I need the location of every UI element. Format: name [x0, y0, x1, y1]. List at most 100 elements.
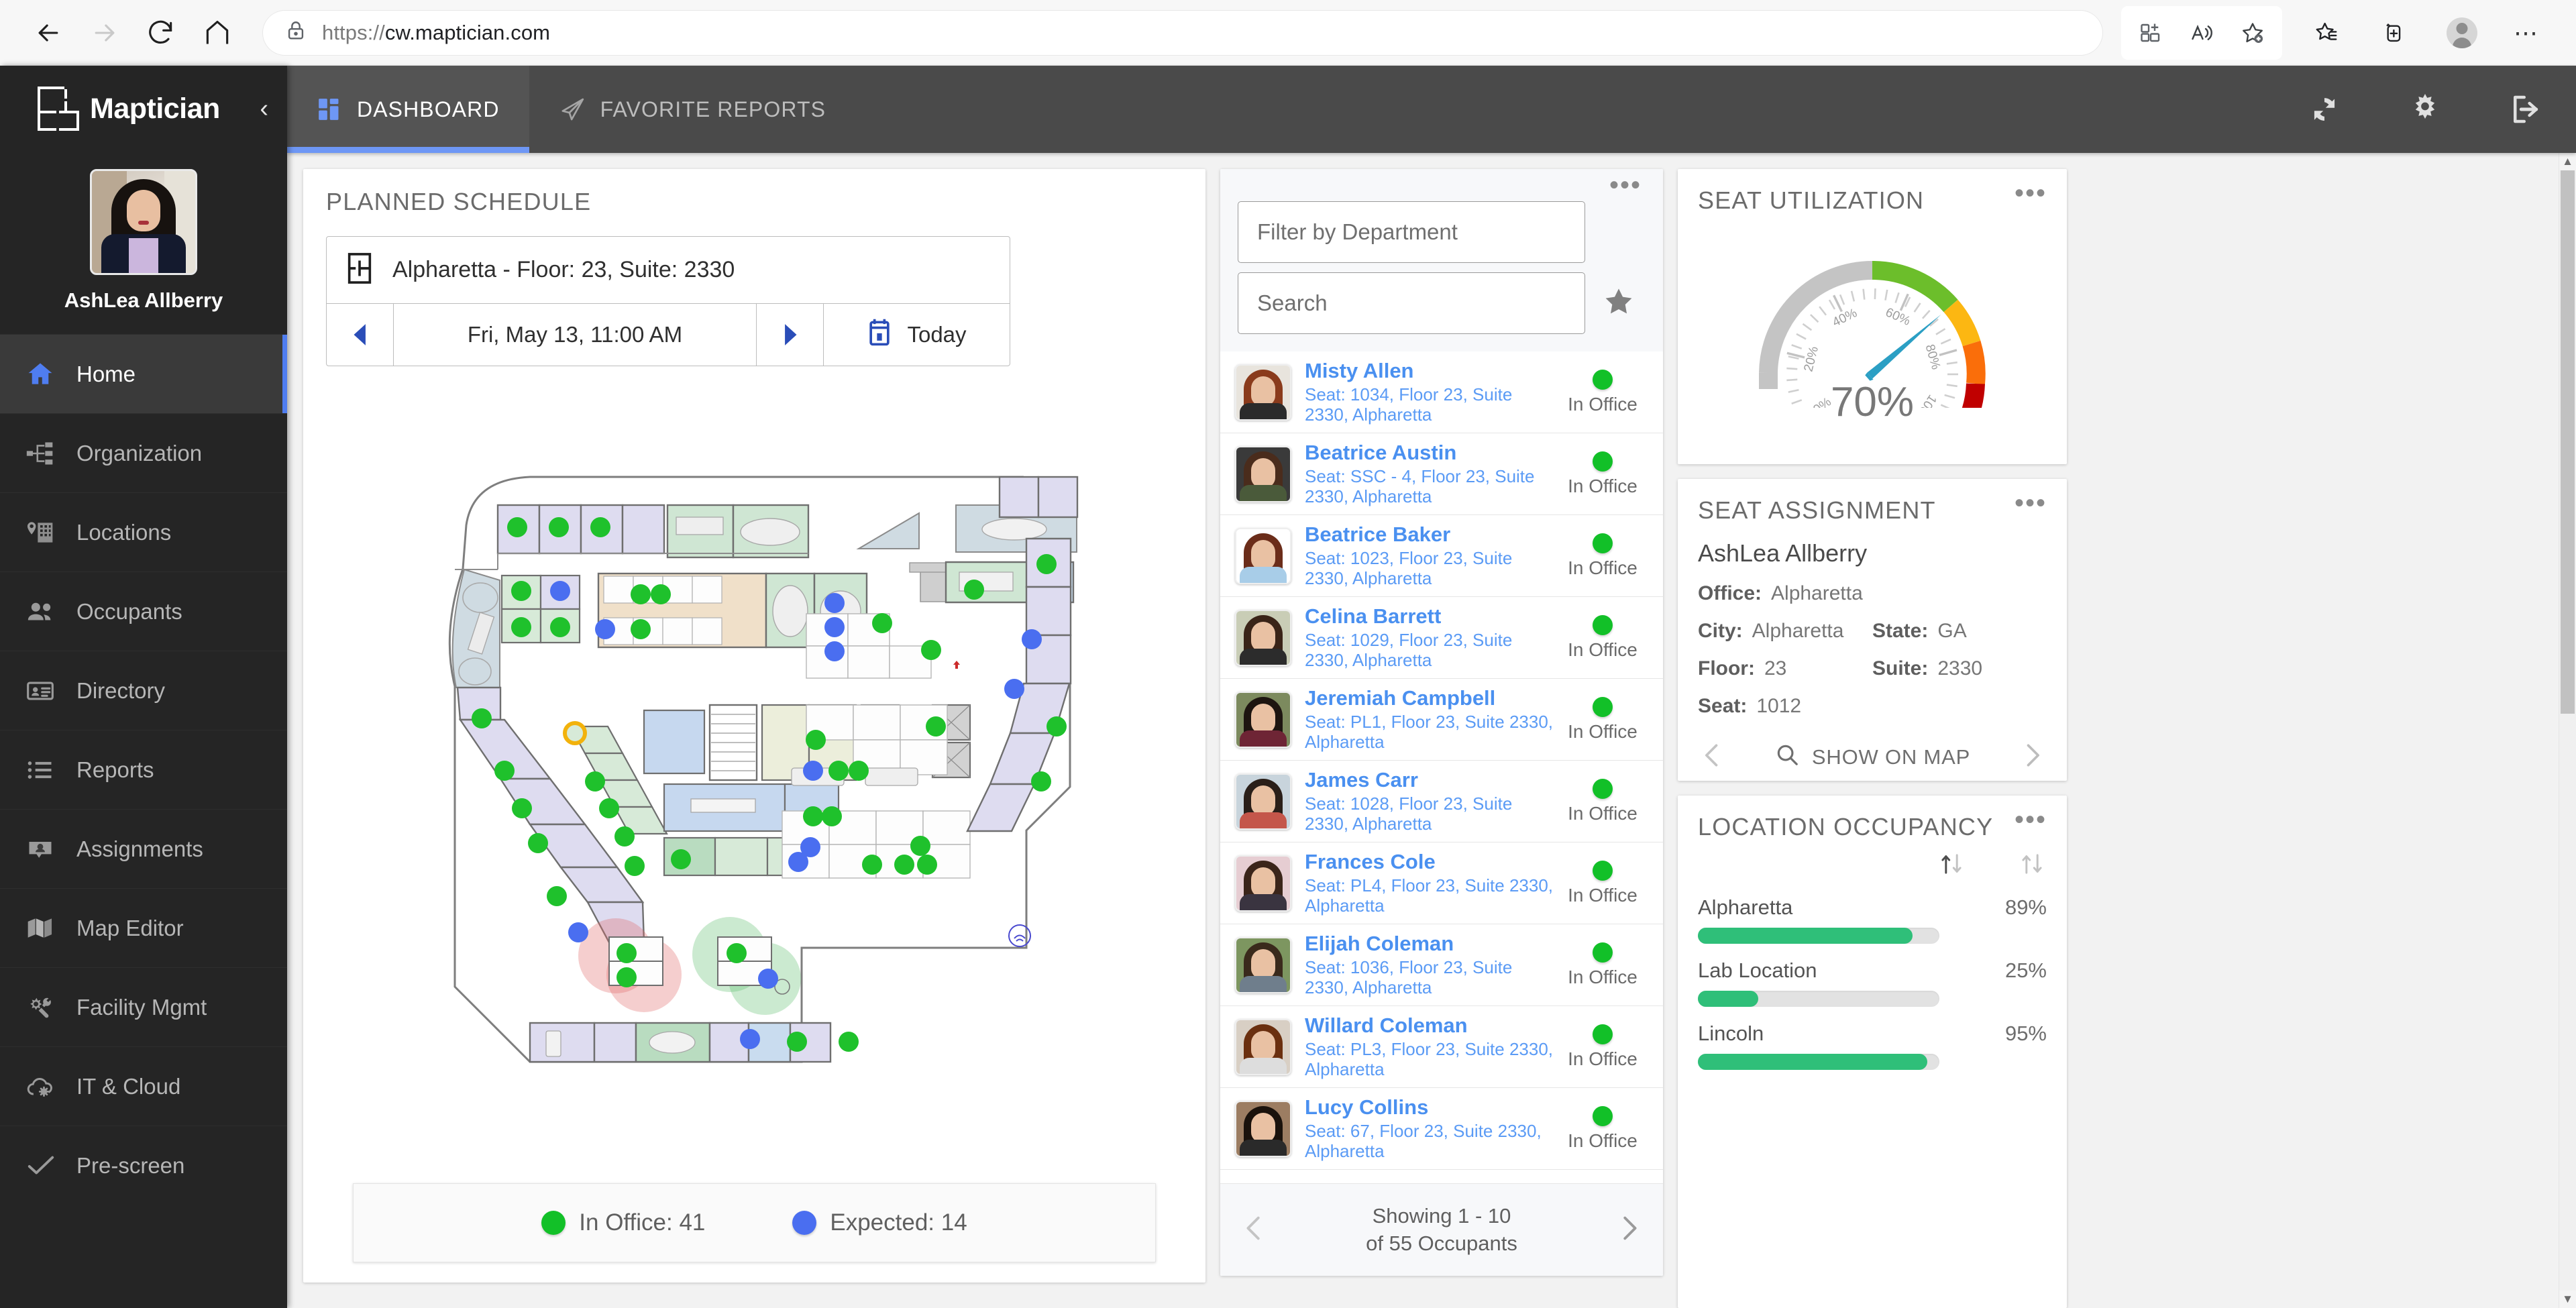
occupant-name[interactable]: Frances Cole [1305, 850, 1556, 874]
refresh-icon[interactable] [2274, 66, 2375, 153]
read-aloud-icon[interactable] [2176, 9, 2227, 57]
address-bar[interactable]: https://cw.maptician.com [263, 10, 2102, 55]
more-options-icon[interactable]: ⋯ [2501, 9, 2552, 57]
sidebar-item-it-cloud[interactable]: IT & Cloud [0, 1046, 287, 1126]
sidebar-item-pre-screen[interactable]: Pre-screen [0, 1126, 287, 1205]
page-scrollbar[interactable]: ▲ ▼ [2559, 153, 2576, 1308]
list-item[interactable]: Beatrice Austin Seat: SSC - 4, Floor 23, … [1220, 433, 1663, 515]
tab-label: DASHBOARD [357, 97, 500, 121]
scrollbar-thumb[interactable] [2561, 170, 2575, 714]
floorplan-map[interactable] [329, 438, 1181, 1115]
occupant-name[interactable]: Beatrice Austin [1305, 441, 1556, 465]
list-item[interactable]: Beatrice Baker Seat: 1023, Floor 23, Suit… [1220, 515, 1663, 597]
sidebar-item-directory[interactable]: Directory [0, 651, 287, 730]
location-name: Alpharetta [1698, 895, 1793, 919]
seat-utilization-panel: SEAT UTILIZATION ••• 0% 20% 40% 60% 80% … [1678, 169, 2067, 464]
status-dot-icon [1593, 451, 1613, 472]
home-button[interactable] [189, 5, 246, 61]
department-filter-input[interactable]: Filter by Department [1238, 201, 1585, 263]
occupant-seat: Seat: 1036, Floor 23, Suite 2330, Alphar… [1305, 957, 1513, 997]
occupant-name[interactable]: Elijah Coleman [1305, 932, 1556, 956]
location-occupancy-menu-button[interactable]: ••• [2015, 806, 2047, 833]
tab-favorite-reports[interactable]: FAVORITE REPORTS [529, 66, 855, 153]
next-day-button[interactable] [756, 304, 823, 366]
svg-text:40%: 40% [1830, 306, 1859, 330]
location-occupancy-panel: LOCATION OCCUPANCY ••• Alpharetta 89% La… [1678, 796, 2067, 1308]
occupant-panel-menu-button[interactable]: ••• [1609, 172, 1642, 199]
list-item[interactable]: Frances Cole Seat: PL4, Floor 23, Suite 2… [1220, 842, 1663, 924]
occupant-name[interactable]: James Carr [1305, 768, 1556, 792]
browser-actions: ⋯ [2121, 5, 2556, 60]
favorite-star-icon[interactable] [1603, 286, 1635, 321]
occupant-list[interactable]: Misty Allen Seat: 1034, Floor 23, Suite 2… [1220, 351, 1663, 1183]
sort-by-name-icon[interactable] [1939, 851, 1964, 881]
gear-icon[interactable] [2375, 66, 2475, 153]
occupancy-bar-fill [1698, 1054, 1927, 1070]
status-label: In Office [1568, 1130, 1638, 1151]
list-item[interactable]: James Carr Seat: 1028, Floor 23, Suite 23… [1220, 761, 1663, 842]
chevron-right-icon[interactable] [2017, 741, 2047, 773]
seat-utilization-menu-button[interactable]: ••• [2015, 180, 2047, 207]
collections-icon[interactable] [2367, 9, 2418, 57]
sidebar-item-map-editor[interactable]: Map Editor [0, 888, 287, 967]
occupant-name[interactable]: Lucy Collins [1305, 1095, 1556, 1120]
tab-label: FAVORITE REPORTS [600, 97, 826, 121]
occupant-seat: Seat: 1029, Floor 23, Suite 2330, Alphar… [1305, 629, 1513, 670]
sidebar-item-occupants[interactable]: Occupants [0, 571, 287, 651]
floor-value: 23 [1764, 657, 1787, 679]
occupant-name[interactable]: Willard Coleman [1305, 1014, 1556, 1038]
list-item[interactable]: Misty Allen Seat: 1034, Floor 23, Suite 2… [1220, 351, 1663, 433]
calendar-icon [867, 317, 892, 352]
search-input[interactable]: Search [1238, 272, 1585, 334]
profile-avatar-icon[interactable] [2436, 9, 2487, 57]
occupant-name[interactable]: Celina Barrett [1305, 604, 1556, 629]
sidebar-item-label: Map Editor [76, 915, 184, 940]
sidebar-item-home[interactable]: Home [0, 334, 287, 413]
sidebar-item-locations[interactable]: Locations [0, 492, 287, 571]
chevron-right-icon[interactable] [1613, 1213, 1644, 1247]
user-profile[interactable]: AshLea Allberry [0, 152, 287, 331]
list-item[interactable]: Celina Barrett Seat: 1029, Floor 23, Suit… [1220, 597, 1663, 679]
status-dot-icon [1593, 778, 1613, 799]
prev-day-button[interactable] [327, 304, 394, 366]
map-pin-building-icon [25, 518, 64, 547]
scroll-up-arrow-icon[interactable]: ▲ [2562, 153, 2573, 170]
city-value: Alpharetta [1752, 620, 1844, 642]
scroll-down-arrow-icon[interactable]: ▼ [2562, 1291, 2573, 1308]
list-item[interactable]: Elijah Coleman Seat: 1036, Floor 23, Suit… [1220, 924, 1663, 1006]
current-date-value[interactable]: Fri, May 13, 11:00 AM [394, 304, 756, 366]
tab-dashboard[interactable]: DASHBOARD [287, 66, 529, 153]
sidebar-collapse-button[interactable]: ‹ [256, 95, 272, 123]
floorplan-container[interactable] [326, 366, 1183, 1183]
status-dot-icon [1593, 533, 1613, 553]
chevron-left-icon[interactable] [1698, 741, 1727, 773]
add-favorite-icon[interactable] [2227, 9, 2278, 57]
person-badge-icon [25, 834, 64, 864]
seat-value: 1012 [1756, 695, 1802, 717]
chevron-left-icon[interactable] [1239, 1213, 1270, 1247]
status-dot-icon [1593, 942, 1613, 963]
sidebar-item-organization[interactable]: Organization [0, 413, 287, 492]
occupant-name[interactable]: Beatrice Baker [1305, 523, 1556, 547]
favorites-icon[interactable] [2301, 9, 2352, 57]
list-item[interactable]: Willard Coleman Seat: PL3, Floor 23, Suit… [1220, 1006, 1663, 1088]
reload-button[interactable] [133, 5, 189, 61]
sidebar-item-reports[interactable]: Reports [0, 730, 287, 809]
browser-toolbar: https://cw.maptician.com ⋯ [0, 0, 2576, 66]
sidebar-item-facility-mgmt[interactable]: Facility Mgmt [0, 967, 287, 1046]
show-on-map-button[interactable]: SHOW ON MAP [1774, 742, 1970, 773]
list-item[interactable]: Lucy Collins Seat: 67, Floor 23, Suite 23… [1220, 1088, 1663, 1170]
seat-assignment-menu-button[interactable]: ••• [2015, 490, 2047, 516]
list-item[interactable]: Jeremiah Campbell Seat: PL1, Floor 23, Su… [1220, 679, 1663, 761]
occupant-name[interactable]: Misty Allen [1305, 359, 1556, 383]
sidebar-item-assignments[interactable]: Assignments [0, 809, 287, 888]
split-screen-icon[interactable] [2125, 9, 2176, 57]
today-button[interactable]: Today [823, 304, 1010, 366]
back-button[interactable] [20, 5, 76, 61]
occupant-name[interactable]: Jeremiah Campbell [1305, 686, 1556, 710]
logout-icon[interactable] [2475, 66, 2576, 153]
sort-by-percent-icon[interactable] [2020, 851, 2044, 881]
location-selector[interactable]: Alpharetta - Floor: 23, Suite: 2330 [327, 237, 1010, 304]
scrollbar-track[interactable] [2559, 170, 2576, 1291]
forward-button[interactable] [76, 5, 133, 61]
